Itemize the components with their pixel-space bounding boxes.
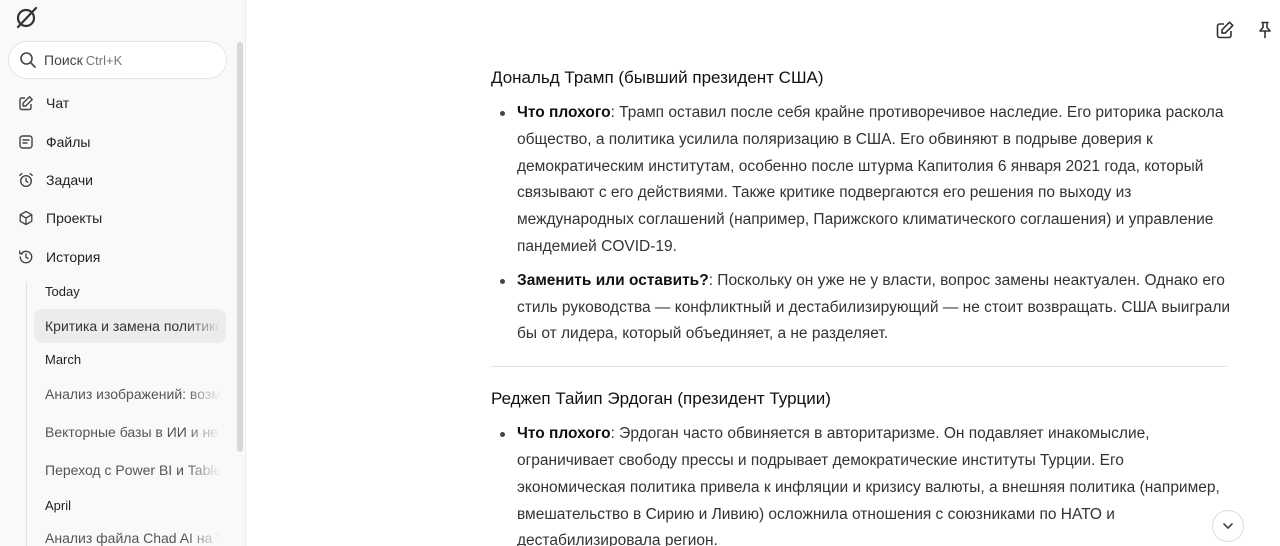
nav-item-label: История — [46, 249, 101, 265]
bullet-text: : Эрдоган часто обвиняется в авторитариз… — [517, 425, 1220, 546]
bullet-label: Что плохого — [517, 104, 611, 121]
nav-item-label: Файлы — [46, 134, 91, 150]
sidebar: Поиск Ctrl+K Чат Файлы Задачи Проекты Ис… — [0, 0, 246, 546]
chat-message: Дональд Трамп (бывший президент США) Что… — [491, 64, 1231, 546]
alarm-clock-icon — [19, 172, 33, 188]
history-item[interactable]: Анализ изображений: возможности — [34, 377, 226, 411]
bullet-text: : Трамп оставил после себя крайне против… — [517, 104, 1224, 255]
nav-item-tasks[interactable]: Задачи — [18, 168, 93, 192]
history-item[interactable]: Анализ файла Chad AI на Tilda — [34, 521, 226, 546]
history-group-april: April — [45, 498, 72, 513]
chevron-down-icon — [1223, 523, 1233, 529]
nav-item-label: Проекты — [46, 210, 103, 226]
nav-item-files[interactable]: Файлы — [18, 130, 90, 154]
bullet-label: Заменить или оставить? — [517, 271, 709, 289]
nav-item-label: Чат — [46, 95, 70, 111]
bullet-list: Что плохого: Трамп оставил после себя кр… — [491, 100, 1231, 348]
bullet-list: Что плохого: Эрдоган часто обвиняется в … — [491, 421, 1231, 546]
bullet-label: Что плохого — [517, 425, 611, 443]
scroll-down-button[interactable] — [1212, 510, 1244, 542]
history-item-label: Критика и замена политиков — [45, 318, 221, 334]
nav-item-chat[interactable]: Чат — [18, 91, 69, 115]
list-item: Заменить или оставить?: Поскольку он уже… — [491, 268, 1231, 348]
search-label: Поиск — [44, 52, 83, 68]
history-item-label: Переход с Power BI и Tableau — [45, 462, 221, 478]
history-icon — [19, 250, 33, 264]
search-icon — [20, 52, 36, 68]
nav-item-label: Задачи — [46, 172, 94, 188]
section-title-trump: Дональд Трамп (бывший президент США) — [491, 68, 824, 87]
history-item-label: Анализ файла Chad AI на Tilda — [45, 530, 221, 546]
files-icon — [19, 135, 33, 149]
history-tree-line — [26, 282, 27, 546]
search-input[interactable]: Поиск Ctrl+K — [8, 41, 227, 79]
history-group-march: March — [45, 352, 82, 367]
history-item[interactable]: Переход с Power BI и Tableau — [34, 453, 226, 487]
nav-item-history[interactable]: История — [18, 245, 100, 269]
sidebar-scrollbar[interactable] — [237, 42, 243, 452]
new-chat-icon[interactable] — [1215, 20, 1235, 40]
nav-item-projects[interactable]: Проекты — [18, 206, 102, 230]
search-shortcut: Ctrl+K — [85, 52, 123, 68]
section-title-erdogan: Реджеп Тайип Эрдоган (президент Турции) — [491, 389, 831, 409]
cube-icon — [19, 210, 33, 226]
edit-icon — [19, 96, 33, 111]
pin-icon[interactable] — [1255, 20, 1275, 40]
list-item: Что плохого: Трамп оставил после себя кр… — [491, 100, 1231, 261]
logo-icon[interactable] — [14, 4, 40, 30]
history-group-today: Today — [45, 284, 80, 299]
divider — [491, 366, 1227, 368]
history-item[interactable]: Критика и замена политиков — [34, 309, 226, 343]
history-item[interactable]: Векторные базы в ИИ и не только — [34, 415, 226, 449]
history-item-label: Векторные базы в ИИ и не только — [45, 424, 221, 440]
history-item-label: Анализ изображений: возможности — [45, 386, 221, 402]
list-item: Что плохого: Эрдоган часто обвиняется в … — [491, 421, 1231, 546]
